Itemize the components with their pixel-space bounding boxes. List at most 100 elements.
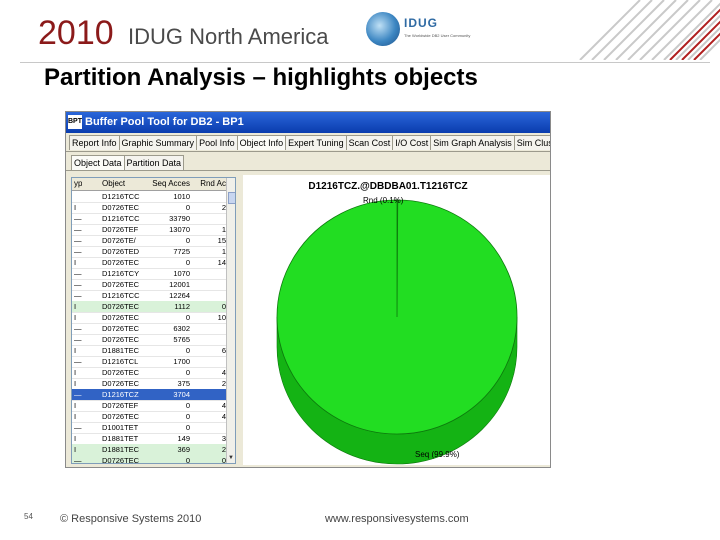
- cell-type: —: [74, 214, 82, 223]
- cell-type: I: [74, 412, 77, 421]
- scroll-down-icon[interactable]: ▼: [227, 453, 235, 463]
- cell-rnd-access: 6: [221, 346, 226, 355]
- slice-label-seq: Seq (99.9%): [415, 450, 460, 459]
- cell-seq-access: 12264: [169, 291, 190, 300]
- globe-icon: [366, 12, 400, 46]
- column-header-seq-access[interactable]: Seq Acces: [150, 179, 190, 188]
- header-year: 2010: [38, 14, 114, 52]
- table-row[interactable]: — D0726TEC 0 0: [72, 455, 227, 464]
- slide-title: Partition Analysis – highlights objects: [44, 64, 478, 91]
- cell-seq-access: 33790: [169, 214, 190, 223]
- cell-seq-access: 7725: [173, 247, 190, 256]
- column-header-type[interactable]: ype: [74, 179, 82, 188]
- cell-seq-access: 0: [185, 423, 190, 432]
- cell-rnd-access: 3: [221, 434, 226, 443]
- app-window: BPT Buffer Pool Tool for DB2 - BP1 Repor…: [65, 111, 551, 468]
- cell-seq-access: 12001: [169, 280, 190, 289]
- cell-seq-access: 0: [185, 236, 190, 245]
- cell-rnd-access: 2: [221, 379, 226, 388]
- column-header-object[interactable]: Object: [102, 179, 146, 188]
- cell-object: D1216TCL: [102, 357, 139, 366]
- cell-object: D1216TCC: [102, 291, 140, 300]
- cell-object: D0726TEC: [102, 379, 140, 388]
- cell-object: D0726TEC: [102, 324, 140, 333]
- pie-chart-panel: D1216TCZ.@DBDBA01.T1216TCZ Rnd (0.1%) Se…: [243, 175, 550, 465]
- cell-type: —: [74, 236, 82, 245]
- cell-object: D0726TEF: [102, 401, 139, 410]
- logo-text: IDUG: [404, 16, 438, 30]
- cell-seq-access: 5765: [173, 335, 190, 344]
- cell-seq-access: 149: [177, 434, 190, 443]
- idug-logo: IDUG The Worldwide DB2 User Community: [366, 12, 496, 52]
- tab-expert-tuning[interactable]: Expert Tuning: [285, 135, 347, 150]
- tab-object-info[interactable]: Object Info: [236, 135, 287, 150]
- cell-object: D1881TET: [102, 434, 139, 443]
- cell-seq-access: 0: [185, 258, 190, 267]
- cell-object: D1881TEC: [102, 346, 140, 355]
- cell-object: D0726TEF: [102, 225, 139, 234]
- copyright: © Responsive Systems 2010: [60, 513, 202, 525]
- cell-seq-access: 0: [185, 456, 190, 464]
- cell-type: I: [74, 445, 77, 454]
- cell-object: D0726TEC: [102, 313, 140, 322]
- cell-rnd-access: 15: [217, 236, 226, 245]
- pie-slice-seq[interactable]: [276, 199, 518, 435]
- cell-seq-access: 3704: [173, 390, 190, 399]
- cell-seq-access: 369: [177, 445, 190, 454]
- cell-type: —: [74, 390, 82, 399]
- cell-type: I: [74, 203, 77, 212]
- cell-rnd-access: 4: [221, 401, 226, 410]
- tab-object-data[interactable]: Object Data: [71, 155, 125, 170]
- cell-type: —: [74, 247, 82, 256]
- column-header-rnd-access[interactable]: Rnd Ac: [194, 179, 226, 188]
- tab-graphic-summary[interactable]: Graphic Summary: [118, 135, 198, 150]
- cell-object: D0726TEC: [102, 368, 140, 377]
- tab-scan-cost[interactable]: Scan Cost: [345, 135, 394, 150]
- header-divider: [20, 62, 710, 63]
- app-icon: BPT: [68, 115, 82, 129]
- grid-scrollbar[interactable]: ▼: [226, 178, 235, 463]
- cell-object: D1216TCY: [102, 269, 140, 278]
- cell-rnd-access: 0: [221, 456, 226, 464]
- tab-partition-data[interactable]: Partition Data: [123, 155, 185, 170]
- tab-sim-clus[interactable]: Sim Clus: [513, 135, 550, 150]
- cell-type: I: [74, 302, 77, 311]
- cell-seq-access: 1112: [174, 302, 190, 311]
- logo-tagline: The Worldwide DB2 User Community: [404, 33, 471, 38]
- object-grid: ype Object Seq Acces Rnd Ac D1216TCC1010…: [71, 177, 236, 464]
- cell-rnd-access: 1: [221, 225, 226, 234]
- cell-type: I: [74, 379, 77, 388]
- cell-type: —: [74, 291, 82, 300]
- cell-type: I: [74, 401, 77, 410]
- header-stripes-decoration: [579, 0, 720, 60]
- scroll-thumb[interactable]: [228, 192, 235, 204]
- slice-label-rnd: Rnd (0.1%): [363, 196, 404, 205]
- cell-seq-access: 1700: [173, 357, 190, 366]
- tab-report-info[interactable]: Report Info: [69, 135, 120, 150]
- cell-object: D1216TCC: [102, 214, 140, 223]
- cell-object: D0726TED: [102, 247, 140, 256]
- sub-tabs: Object Data Partition Data: [71, 155, 185, 171]
- tab-pool-info[interactable]: Pool Info: [196, 135, 238, 150]
- cell-seq-access: 375: [177, 379, 190, 388]
- header-conference: IDUG North America: [128, 24, 329, 49]
- cell-seq-access: 0: [185, 313, 190, 322]
- cell-object: D0726TEC: [102, 335, 140, 344]
- tab-sim-graph-analysis[interactable]: Sim Graph Analysis: [430, 135, 515, 150]
- tab-io-cost[interactable]: I/O Cost: [392, 135, 432, 150]
- cell-type: I: [74, 346, 77, 355]
- cell-seq-access: 0: [185, 346, 190, 355]
- window-titlebar[interactable]: BPT Buffer Pool Tool for DB2 - BP1: [66, 112, 550, 133]
- cell-rnd-access: 2: [221, 445, 226, 454]
- cell-type: —: [74, 357, 82, 366]
- cell-seq-access: 0: [185, 203, 190, 212]
- cell-type: —: [74, 335, 82, 344]
- cell-object: D1216TCZ: [102, 390, 139, 399]
- cell-rnd-access: 4: [221, 368, 226, 377]
- cell-object: D0726TEC: [102, 412, 140, 421]
- cell-rnd-access: 4: [221, 412, 226, 421]
- cell-type: I: [74, 368, 77, 377]
- cell-object: D1881TEC: [102, 445, 140, 454]
- cell-object: D0726TEC: [102, 258, 140, 267]
- cell-type: —: [74, 324, 82, 333]
